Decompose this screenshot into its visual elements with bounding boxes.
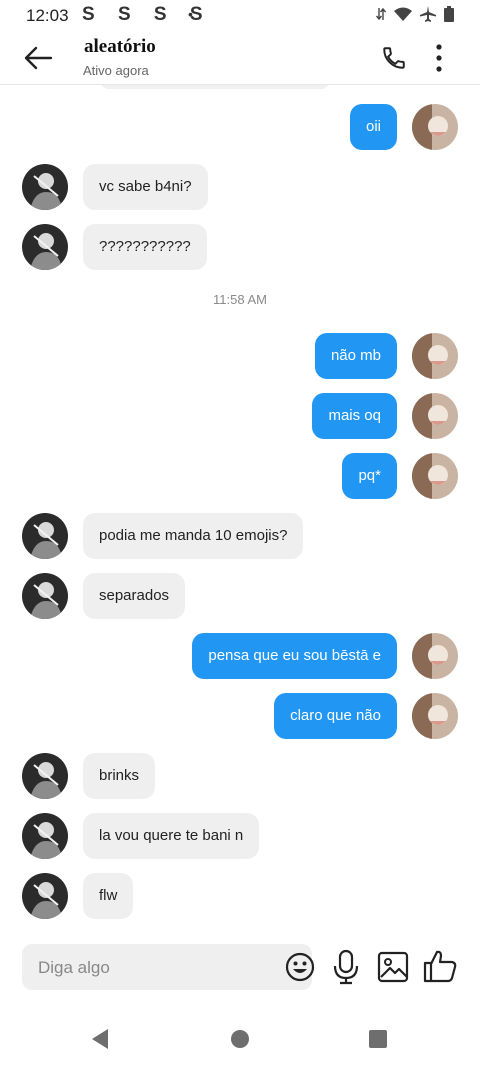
my-avatar[interactable] (412, 393, 458, 439)
received-message-row: ??????????? (0, 224, 480, 270)
sent-message-bubble[interactable]: mais oq (312, 393, 397, 439)
message-timestamp: 11:58 AM (213, 292, 267, 307)
active-status: Ativo agora (83, 63, 149, 78)
sent-message-row: não mb (0, 333, 480, 379)
nav-home-icon[interactable] (231, 1030, 249, 1048)
received-message-bubble[interactable]: vc sabe b4ni? (83, 164, 208, 210)
battery-icon (444, 6, 454, 22)
message-list[interactable]: oii vc sabe b4ni???????????? 11:58 AM não m… (0, 85, 480, 935)
system-icons (376, 6, 454, 22)
contact-avatar[interactable] (22, 573, 68, 619)
wifi-icon (394, 7, 412, 21)
data-arrows-icon (376, 7, 386, 21)
received-message-row: la vou quere te bani n (0, 813, 480, 859)
nav-recents-icon[interactable] (369, 1030, 387, 1048)
message-input[interactable] (36, 944, 260, 992)
contact-avatar[interactable] (22, 164, 68, 210)
received-message-bubble[interactable]: ??????????? (83, 224, 207, 270)
emoji-icon[interactable] (284, 951, 316, 983)
nav-back-icon[interactable] (90, 1028, 110, 1050)
sent-message-row: pensa que eu sou bēstā e (0, 633, 480, 679)
received-message-row: vc sabe b4ni? (0, 164, 480, 210)
airplane-icon (420, 6, 436, 22)
my-avatar[interactable] (412, 104, 458, 150)
message-composer (0, 940, 480, 994)
sent-message-bubble[interactable]: claro que não (274, 693, 397, 739)
more-vertical-icon (436, 44, 442, 72)
received-message-bubble[interactable]: flw (83, 873, 134, 919)
received-message-row: flw (0, 873, 480, 919)
back-button[interactable] (20, 40, 56, 76)
status-bar: 12:03 S S S S • (0, 0, 480, 32)
more-options-button[interactable] (426, 40, 452, 76)
more-notifications-dot: • (188, 6, 193, 22)
contact-avatar[interactable] (22, 873, 68, 919)
chat-title[interactable]: aleatório (84, 36, 156, 58)
sent-message-row: pq* (0, 453, 480, 499)
sent-message-bubble[interactable]: não mb (314, 333, 397, 379)
received-message-bubble[interactable]: la vou quere te bani n (83, 813, 260, 859)
phone-icon (383, 47, 405, 69)
image-icon[interactable] (376, 950, 410, 984)
my-avatar[interactable] (412, 693, 458, 739)
contact-avatar[interactable] (22, 813, 68, 859)
message-input-box[interactable] (22, 944, 315, 992)
sent-message-row: oii (0, 104, 480, 150)
received-message-bubble[interactable]: separados (83, 573, 186, 619)
my-avatar[interactable] (412, 333, 458, 379)
my-avatar[interactable] (412, 633, 458, 679)
back-arrow-icon (24, 46, 53, 70)
contact-avatar[interactable] (22, 753, 68, 799)
contact-avatar[interactable] (22, 513, 68, 559)
sent-message-bubble[interactable]: pensa que eu sou bēstā e (192, 633, 397, 679)
received-message-row: brinks (0, 753, 480, 799)
call-button[interactable] (378, 42, 410, 74)
received-message-row: podia me manda 10 emojis? (0, 513, 480, 559)
chat-header: aleatório Ativo agora (0, 32, 480, 85)
my-avatar[interactable] (412, 453, 458, 499)
system-navigation-bar (0, 1010, 480, 1066)
received-message-row: separados (0, 573, 480, 619)
contact-avatar[interactable] (22, 224, 68, 270)
sent-message-bubble[interactable]: oii (349, 104, 397, 150)
received-message-bubble[interactable]: brinks (83, 753, 156, 799)
microphone-icon[interactable] (330, 949, 362, 985)
sent-message-row: mais oq (0, 393, 480, 439)
sent-message-row: claro que não (0, 693, 480, 739)
received-message-bubble[interactable]: podia me manda 10 emojis? (83, 513, 304, 559)
thumbs-up-icon[interactable] (422, 948, 458, 984)
sent-message-bubble[interactable]: pq* (342, 453, 397, 499)
status-time: 12:03 (26, 6, 69, 25)
partial-message-bubble (100, 85, 330, 89)
